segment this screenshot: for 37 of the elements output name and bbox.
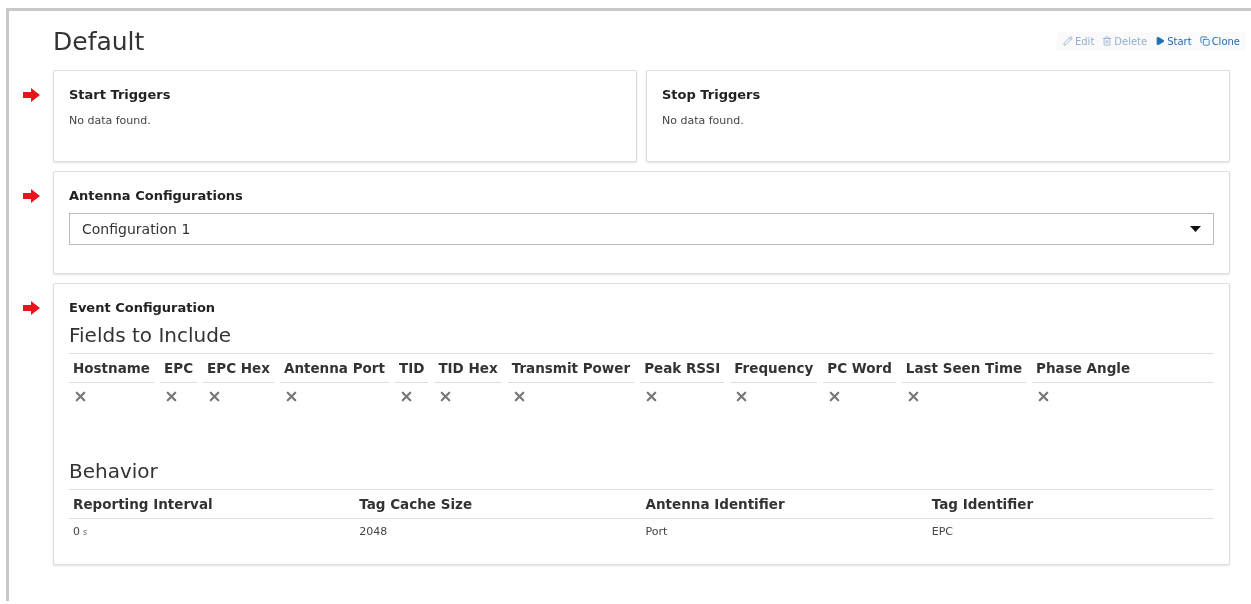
column-header: Peak RSSI [640,354,725,383]
column-header: Hostname [69,354,154,383]
column-header: EPC Hex [203,354,274,383]
pencil-icon [1062,36,1073,46]
section-heading: Behavior [69,459,159,483]
column-header: Antenna Identifier [641,490,928,519]
column-header: TID [394,354,429,383]
column-header: Transmit Power [507,354,635,383]
caret-icon [1190,226,1201,232]
table-cell: Port [645,525,668,538]
column-header: TID Hex [434,354,502,383]
start-button[interactable]: Start [1155,35,1192,47]
column-header: Tag Cache Size [355,490,642,519]
play-icon [1155,36,1166,46]
page-title: Default [53,26,145,56]
column-header: Tag Identifier [927,490,1214,519]
section-heading: Fields to Include [69,323,233,347]
column-header: PC Word [823,354,896,383]
column-header: Frequency [730,354,818,383]
configuration-dropdown[interactable]: Configuration 1 [69,213,1214,245]
column-header: Reporting Interval [69,490,356,519]
column-header: EPC [160,354,198,383]
clone-button[interactable]: Clone [1199,35,1240,47]
empty-message: No data found. [69,114,152,127]
column-header: Last Seen Time [901,354,1027,383]
table-cell: 0 s [73,525,88,538]
trash-icon [1102,36,1113,46]
panel-title: Antenna Configurations [69,188,244,203]
column-header: Phase Angle [1032,354,1214,383]
panel-title: Stop Triggers [662,87,762,102]
table-cell: EPC [931,525,953,538]
panel-title: Start Triggers [69,87,172,102]
panel-title: Event Configuration [69,300,217,315]
column-header: Antenna Port [279,354,389,383]
copy-icon [1199,36,1210,46]
empty-message: No data found. [662,114,745,127]
table-cell: 2048 [359,525,388,538]
